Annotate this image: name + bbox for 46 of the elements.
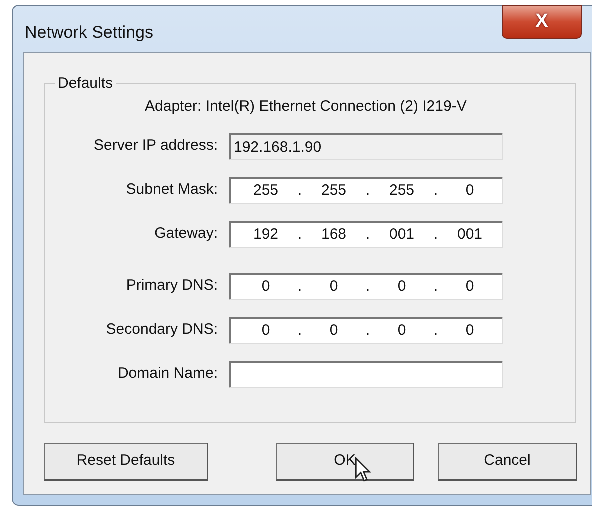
octet-separator: .: [296, 180, 304, 201]
input-field[interactable]: [229, 361, 503, 388]
ip-address-field[interactable]: 192 . 168 . 001 . 001: [229, 221, 503, 248]
octet-separator: .: [364, 224, 372, 245]
octet-separator: .: [364, 320, 372, 341]
close-button[interactable]: X: [502, 5, 582, 39]
field-label: Subnet Mask:: [125, 180, 219, 200]
dialog-button[interactable]: Reset Defaults: [44, 443, 208, 481]
octet-separator: .: [296, 276, 304, 297]
octet-separator: .: [432, 276, 440, 297]
adapter-label: Adapter: Intel(R) Ethernet Connection (2) I219-V: [145, 97, 468, 117]
octet-value: 0: [328, 320, 340, 341]
octet-value: 192: [252, 224, 280, 245]
octet-separator: .: [364, 180, 372, 201]
octet-value: 255: [252, 180, 280, 201]
window-title: Network Settings: [25, 22, 154, 44]
field-label: Gateway:: [154, 224, 219, 244]
octet-value: 255: [320, 180, 348, 201]
ip-address-field[interactable]: 0 . 0 . 0 . 0: [229, 273, 503, 300]
octet-separator: .: [432, 320, 440, 341]
octet-value: 255: [388, 180, 416, 201]
octet-value: 168: [320, 224, 348, 245]
octet-separator: .: [432, 224, 440, 245]
field-label: Primary DNS:: [125, 276, 219, 296]
octet-separator: .: [296, 320, 304, 341]
octet-separator: .: [364, 276, 372, 297]
octet-value: 0: [464, 320, 476, 341]
octet-separator: .: [432, 180, 440, 201]
octet-value: 0: [464, 180, 476, 201]
octet-separator: .: [296, 224, 304, 245]
mouse-cursor-icon: [354, 457, 372, 483]
field-label: Server IP address:: [93, 136, 219, 156]
field-label: Secondary DNS:: [105, 320, 219, 340]
field-label: Domain Name:: [116, 364, 219, 384]
octet-value: 0: [396, 320, 408, 341]
octet-value: 001: [388, 224, 416, 245]
octet-value: 0: [396, 276, 408, 297]
ip-address-field[interactable]: 0 . 0 . 0 . 0: [229, 317, 503, 344]
octet-value: 0: [464, 276, 476, 297]
octet-value: 001: [456, 224, 484, 245]
octet-value: 0: [260, 276, 272, 297]
dialog-button[interactable]: Cancel: [438, 443, 577, 481]
dialog-button[interactable]: OK: [276, 443, 414, 481]
octet-value: 0: [260, 320, 272, 341]
octet-value: 0: [328, 276, 340, 297]
ip-address-field[interactable]: 255 . 255 . 255 . 0: [229, 177, 503, 204]
